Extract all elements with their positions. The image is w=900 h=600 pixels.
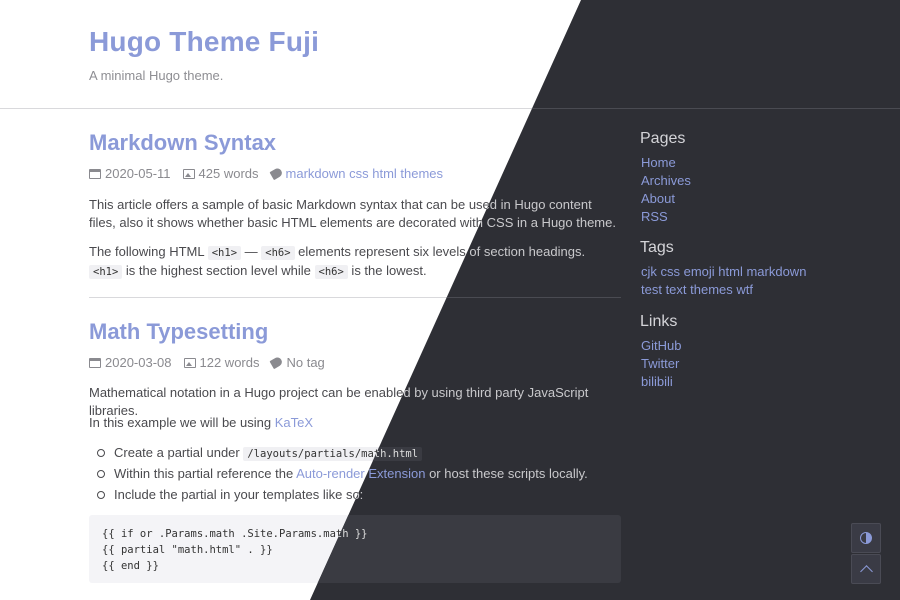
chevron-up-icon xyxy=(859,564,873,578)
sidebar-link-twitter[interactable]: Twitter xyxy=(641,356,679,371)
katex-link[interactable]: KaTeX xyxy=(275,415,313,430)
sidebar-link-bilibili[interactable]: bilibili xyxy=(641,374,673,389)
post-tags: No tag xyxy=(269,355,325,370)
back-to-top-button[interactable] xyxy=(851,554,881,584)
post-word-count: 425 words xyxy=(182,166,259,181)
sidebar-link-about[interactable]: About xyxy=(641,191,675,206)
sidebar-tag-cloud-line-1[interactable]: cjk css emoji html markdown xyxy=(641,264,806,279)
post-date: 2020-03-08 xyxy=(89,355,172,370)
sidebar-link-rss[interactable]: RSS xyxy=(641,209,668,224)
theme-toggle-button[interactable] xyxy=(851,523,881,553)
inline-code: <h6> xyxy=(314,265,348,279)
sidebar-heading-tags: Tags xyxy=(640,239,674,256)
inline-code: <h6> xyxy=(261,246,295,260)
sidebar-link-github[interactable]: GitHub xyxy=(641,338,681,353)
post-meta: 2020-03-08 122 words No tag xyxy=(89,355,325,370)
word-count-icon xyxy=(183,357,196,368)
site-title[interactable]: Hugo Theme Fuji xyxy=(89,26,319,58)
inline-code: <h1> xyxy=(207,246,242,260)
site-description: A minimal Hugo theme. xyxy=(89,68,224,83)
post-tags: markdown css html themes xyxy=(269,166,444,181)
calendar-icon xyxy=(89,357,101,368)
sidebar-tag-cloud-line-2[interactable]: test text themes wtf xyxy=(641,282,753,297)
inline-code: <h1> xyxy=(89,265,123,279)
post-meta: 2020-05-11 425 words markdown css html t… xyxy=(89,166,443,181)
sidebar-link-archives[interactable]: Archives xyxy=(641,173,691,188)
word-count-icon xyxy=(182,168,195,179)
sidebar-heading-links: Links xyxy=(640,313,678,330)
post-title-math-typesetting[interactable]: Math Typesetting xyxy=(89,319,268,345)
tag-icon xyxy=(269,355,284,370)
sidebar-heading-pages: Pages xyxy=(640,130,686,147)
tag-icon xyxy=(269,166,284,181)
sidebar-link-home[interactable]: Home xyxy=(641,155,676,170)
post-word-count: 122 words xyxy=(183,355,259,370)
calendar-icon xyxy=(89,168,101,179)
post-tags-links[interactable]: markdown css html themes xyxy=(286,166,444,181)
contrast-icon xyxy=(860,532,872,544)
post-title-markdown-syntax[interactable]: Markdown Syntax xyxy=(89,130,276,156)
post-date: 2020-05-11 xyxy=(89,166,171,181)
